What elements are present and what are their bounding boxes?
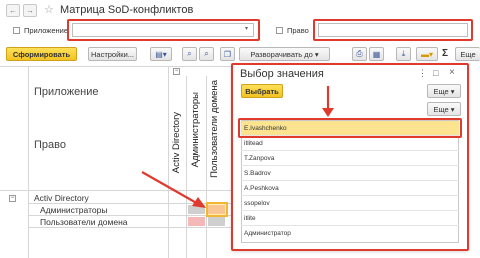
- back-arrow-icon: ←: [9, 6, 17, 15]
- matrix-cell-users-users[interactable]: [208, 217, 225, 226]
- forward-arrow-icon: →: [26, 6, 34, 15]
- back-button[interactable]: ←: [6, 4, 20, 17]
- annotation-arrow-icon: [141, 171, 206, 208]
- forward-button[interactable]: →: [23, 4, 37, 17]
- more-button[interactable]: Еще: [455, 47, 480, 61]
- report-options-icon[interactable]: ▬▾: [416, 47, 438, 61]
- grid-top-line: [0, 66, 232, 67]
- right-filter-checkbox[interactable]: [276, 27, 283, 34]
- page-title: Матрица SoD-конфликтов: [60, 4, 194, 16]
- matrix-cell-users-admin[interactable]: [188, 217, 205, 226]
- row-label-activ-directory: Activ Directory: [34, 193, 89, 203]
- save-icon[interactable]: ⤓: [396, 47, 411, 61]
- preview-icon[interactable]: ▦: [369, 47, 384, 61]
- row-label-administrators: Администраторы: [40, 205, 108, 215]
- expand-to-button[interactable]: Разворачивать до ▾: [239, 47, 330, 61]
- generate-button[interactable]: Сформировать: [6, 47, 77, 61]
- column-header-activ-directory: Activ Directory: [171, 112, 182, 174]
- row-line-3: [28, 227, 232, 228]
- right-filter-label: Право: [287, 26, 309, 35]
- settings-button[interactable]: Настройки...: [88, 47, 137, 61]
- copy-icon[interactable]: ❐: [220, 47, 235, 61]
- highlight-dialog: [231, 63, 469, 251]
- expand-to-label: Разворачивать до: [250, 49, 313, 59]
- column-header-domain-users: Пользователи домена: [209, 80, 220, 178]
- grid-col-line-1: [168, 66, 169, 258]
- header-application: Приложение: [34, 86, 99, 98]
- favorite-star-icon[interactable]: ☆: [44, 3, 54, 16]
- header-right: Право: [34, 139, 66, 151]
- app-filter-label: Приложение: [24, 26, 68, 35]
- column-header-administrators: Администраторы: [190, 92, 201, 168]
- search-clear-icon[interactable]: ⌕: [199, 47, 214, 61]
- grid-col-line-3: [206, 76, 207, 258]
- grid-col-line-2: [186, 76, 187, 258]
- print-icon[interactable]: ⎙: [352, 47, 367, 61]
- column-collapse-icon[interactable]: −: [173, 68, 180, 75]
- highlight-right-filter: [313, 19, 473, 41]
- grid-left-line: [28, 66, 29, 258]
- search-icon[interactable]: ⌕: [182, 47, 197, 61]
- highlight-app-filter: [67, 19, 260, 41]
- row-collapse-icon[interactable]: −: [9, 195, 16, 202]
- variants-icon[interactable]: ▤▾: [150, 47, 172, 61]
- row-line-2: [28, 215, 232, 216]
- app-filter-checkbox[interactable]: [13, 27, 20, 34]
- sum-icon[interactable]: Σ: [442, 48, 448, 59]
- row-label-domain-users: Пользователи домена: [40, 217, 128, 227]
